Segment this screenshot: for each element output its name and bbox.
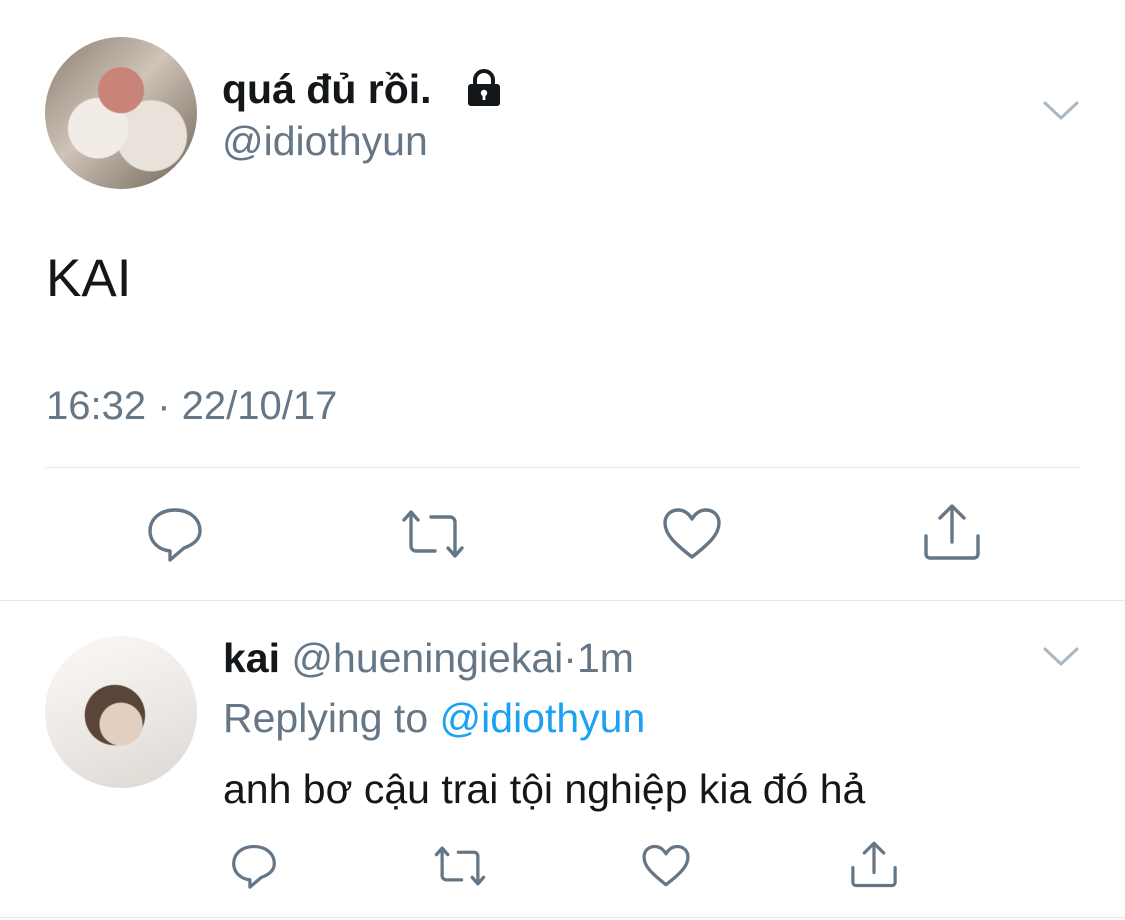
- reply-author-handle[interactable]: @hueningiekai: [291, 635, 563, 681]
- reply-time[interactable]: 1m: [577, 635, 634, 681]
- divider: [0, 917, 1125, 918]
- share-icon[interactable]: [848, 840, 900, 892]
- chevron-down-icon[interactable]: [1043, 100, 1079, 122]
- share-icon[interactable]: [920, 502, 984, 566]
- tweet-text: KAI: [46, 249, 132, 308]
- replying-to-mention[interactable]: @idiothyun: [440, 695, 646, 741]
- replying-to-label: Replying to: [223, 695, 429, 741]
- lock-icon: [464, 68, 504, 108]
- author-display-name[interactable]: quá đủ rồi.: [222, 66, 432, 113]
- retweet-icon[interactable]: [401, 502, 465, 566]
- divider: [0, 600, 1125, 601]
- chevron-down-icon[interactable]: [1043, 646, 1079, 668]
- tweet-timestamp[interactable]: 16:32 · 22/10/17: [46, 384, 337, 429]
- reply-author-name[interactable]: kai: [223, 635, 280, 681]
- reply-icon[interactable]: [143, 502, 207, 566]
- like-icon[interactable]: [660, 502, 724, 566]
- author-handle[interactable]: @idiothyun: [222, 118, 428, 165]
- divider: [45, 467, 1080, 468]
- retweet-icon[interactable]: [434, 840, 486, 892]
- reply-header: kai @hueningiekai·1m: [223, 635, 634, 682]
- replying-to: Replying to @idiothyun: [223, 695, 645, 742]
- reply-author-avatar[interactable]: [45, 636, 197, 788]
- like-icon[interactable]: [640, 840, 692, 892]
- reply-icon[interactable]: [228, 840, 280, 892]
- reply-text: anh bơ cậu trai tội nghiệp kia đó hả: [223, 766, 866, 812]
- author-avatar[interactable]: [45, 37, 197, 189]
- reply-separator: ·: [563, 635, 577, 681]
